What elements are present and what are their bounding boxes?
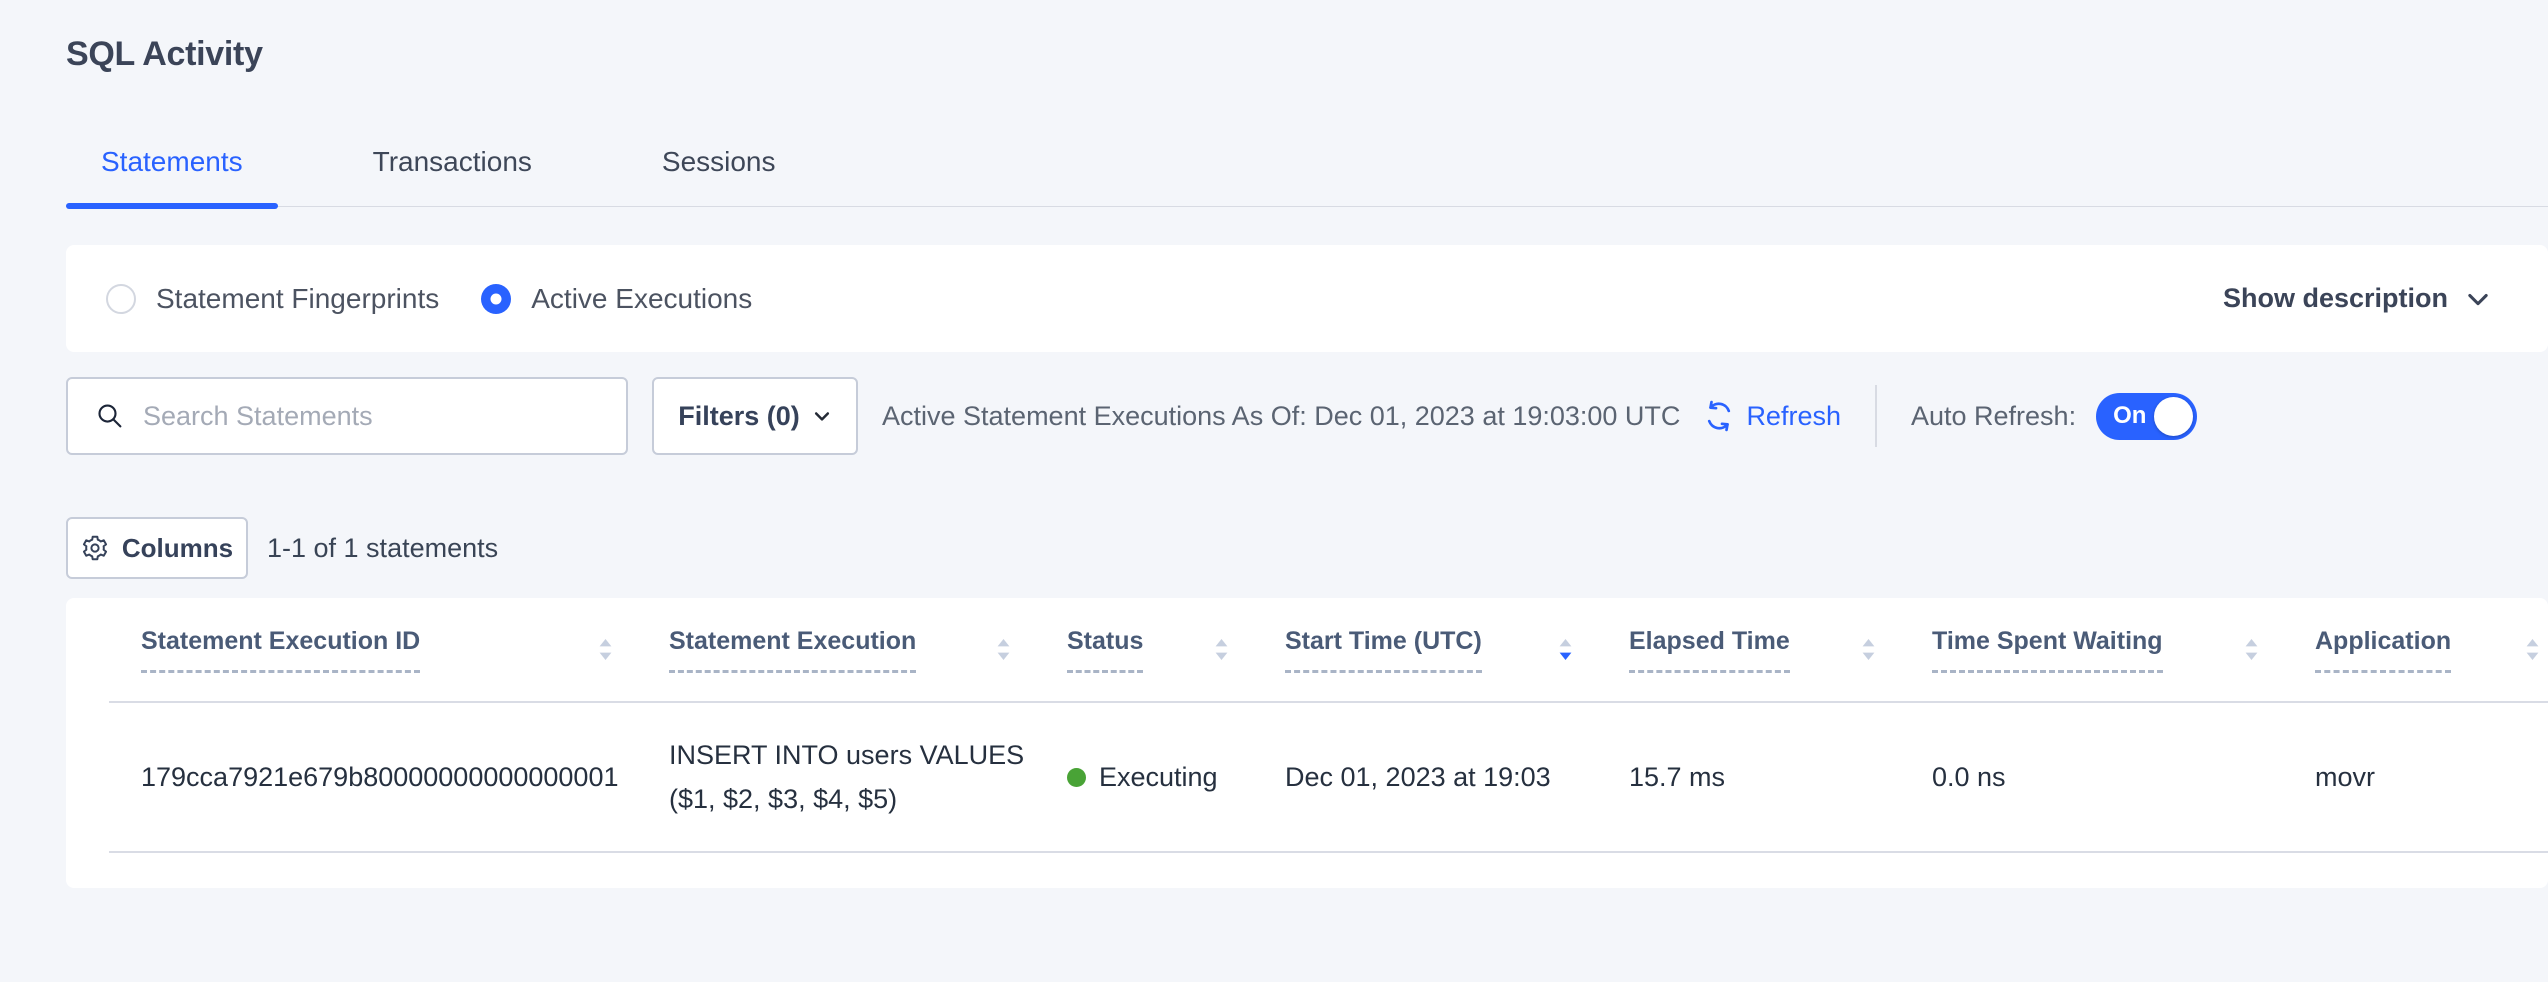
statement-text-line2: ($1, $2, $3, $4, $5) xyxy=(669,777,1067,821)
view-mode-card: Statement Fingerprints Active Executions… xyxy=(66,245,2548,352)
chevron-down-icon xyxy=(2464,285,2492,313)
as-of-text: Active Statement Executions As Of: Dec 0… xyxy=(882,401,1680,432)
tab-transactions[interactable]: Transactions xyxy=(338,148,567,206)
cell-status: Executing xyxy=(1067,702,1285,852)
radio-label-statement-fingerprints: Statement Fingerprints xyxy=(156,283,439,315)
cell-statement-execution: INSERT INTO users VALUES ($1, $2, $3, $4… xyxy=(669,702,1067,852)
table-header-row: Statement Execution ID Statement Executi… xyxy=(109,598,2548,702)
table-row: 179cca7921e679b80000000000000001 INSERT … xyxy=(109,702,2548,852)
tab-statements[interactable]: Statements xyxy=(66,148,278,206)
refresh-button[interactable]: Refresh xyxy=(1702,399,1841,433)
show-description-label: Show description xyxy=(2223,283,2448,314)
cell-statement-execution-id[interactable]: 179cca7921e679b80000000000000001 xyxy=(109,702,669,852)
cell-application: movr xyxy=(2315,702,2548,852)
column-header-statement-execution-id[interactable]: Statement Execution ID xyxy=(109,598,669,702)
result-count: 1-1 of 1 statements xyxy=(267,533,498,564)
radio-statement-fingerprints[interactable]: Statement Fingerprints xyxy=(106,283,439,315)
table-toolbar: Columns 1-1 of 1 statements xyxy=(66,517,2548,579)
columns-button[interactable]: Columns xyxy=(66,517,248,579)
filters-button[interactable]: Filters (0) xyxy=(652,377,858,455)
search-input[interactable] xyxy=(143,401,603,432)
sort-icon[interactable] xyxy=(996,637,1011,662)
sort-icon[interactable] xyxy=(598,637,613,662)
column-header-application[interactable]: Application xyxy=(2315,598,2548,702)
show-description-toggle[interactable]: Show description xyxy=(2223,283,2492,314)
column-header-elapsed-time[interactable]: Elapsed Time xyxy=(1629,598,1932,702)
sql-activity-page: SQL Activity Statements Transactions Ses… xyxy=(0,32,2548,982)
tab-sessions[interactable]: Sessions xyxy=(627,148,811,206)
column-header-start-time[interactable]: Start Time (UTC) xyxy=(1285,598,1629,702)
radio-selected-icon xyxy=(481,284,511,314)
columns-label: Columns xyxy=(122,533,233,564)
vertical-divider xyxy=(1875,385,1877,447)
column-header-statement-execution[interactable]: Statement Execution xyxy=(669,598,1067,702)
radio-unselected-icon xyxy=(106,284,136,314)
statements-table-card: Statement Execution ID Statement Executi… xyxy=(66,598,2548,888)
status-label: Executing xyxy=(1099,762,1218,793)
sort-icon[interactable] xyxy=(1861,637,1876,662)
sort-icon[interactable] xyxy=(1214,637,1229,662)
toggle-knob xyxy=(2154,397,2193,436)
sort-icon[interactable] xyxy=(2525,637,2540,662)
column-header-time-spent-waiting[interactable]: Time Spent Waiting xyxy=(1932,598,2315,702)
tab-bar: Statements Transactions Sessions xyxy=(66,148,2548,207)
filters-label: Filters (0) xyxy=(678,401,800,432)
refresh-label: Refresh xyxy=(1746,401,1841,432)
radio-label-active-executions: Active Executions xyxy=(531,283,752,315)
search-icon xyxy=(95,401,125,431)
radio-active-executions[interactable]: Active Executions xyxy=(481,283,752,315)
refresh-icon xyxy=(1702,399,1736,433)
cell-time-spent-waiting: 0.0 ns xyxy=(1932,702,2315,852)
auto-refresh-toggle[interactable]: On xyxy=(2096,393,2197,440)
statement-text-line1: INSERT INTO users VALUES xyxy=(669,733,1067,777)
sort-icon-active-desc[interactable] xyxy=(1558,637,1573,662)
column-header-status[interactable]: Status xyxy=(1067,598,1285,702)
page-title: SQL Activity xyxy=(66,32,2548,76)
cell-elapsed-time: 15.7 ms xyxy=(1629,702,1932,852)
status-dot-icon xyxy=(1067,768,1086,787)
controls-row: Filters (0) Active Statement Executions … xyxy=(66,377,2548,455)
gear-icon xyxy=(81,534,109,562)
auto-refresh-label: Auto Refresh: xyxy=(1911,401,2076,432)
sort-icon[interactable] xyxy=(2244,637,2259,662)
cell-start-time: Dec 01, 2023 at 19:03 xyxy=(1285,702,1629,852)
toggle-state-label: On xyxy=(2113,402,2146,430)
active-executions-table: Statement Execution ID Statement Executi… xyxy=(109,598,2548,853)
search-box xyxy=(66,377,628,455)
chevron-down-icon xyxy=(812,406,832,426)
